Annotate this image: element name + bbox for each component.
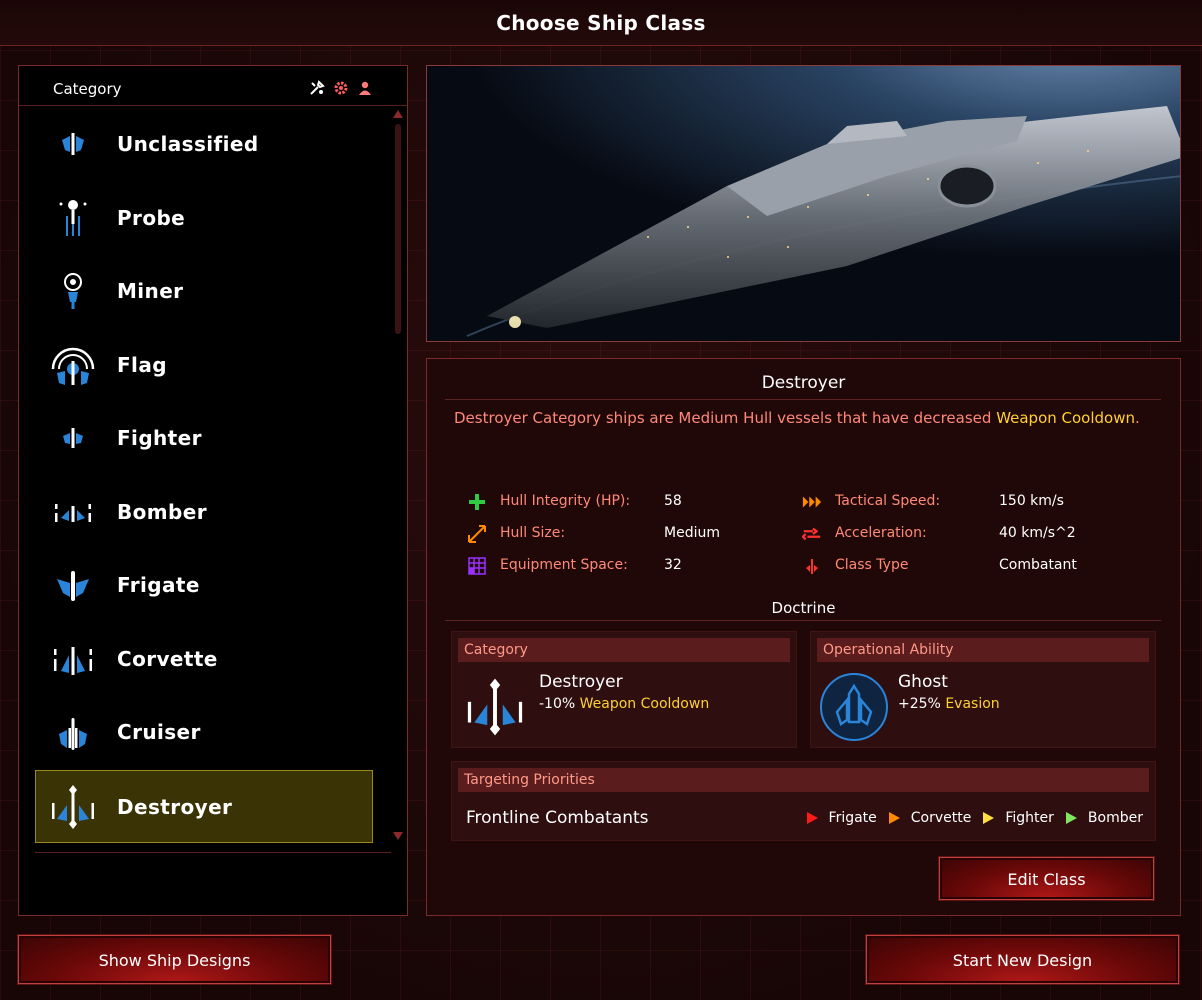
header-icons [309,80,373,96]
ship-preview-image [426,65,1181,342]
category-label: Flag [117,352,167,377]
class-name: Destroyer [761,373,846,393]
targeting-priority-list: Frigate Corvette Fighter Bomber [806,810,1143,826]
category-label: Unclassified [117,132,259,156]
divider [445,620,1161,621]
doctrine-category-name: Destroyer [539,672,623,692]
doctrine-category-header: Category [458,638,790,662]
corvette-ship-icon [54,646,92,675]
fighter-ship-icon [63,428,83,448]
cruiser-ship-icon [59,718,87,750]
grid-icon [468,557,486,575]
triangle-icon [888,812,900,824]
targeting-label: Frontline Combatants [466,808,649,828]
priority-item: Bomber [1065,810,1143,826]
category-item-corvette[interactable]: Corvette [19,623,391,697]
category-label: Cruiser [117,720,201,744]
miner-ship-icon [64,273,82,309]
category-item-destroyer[interactable]: Destroyer [35,769,373,843]
category-label: Fighter [117,426,202,450]
category-label: Corvette [117,646,218,671]
category-item-unclassified[interactable]: Unclassified [19,108,391,182]
priority-item: Corvette [888,810,971,826]
gear-icon[interactable] [333,80,349,96]
operational-ability-name: Ghost [898,672,948,692]
priority-item: Fighter [983,810,1054,826]
scroll-up-icon[interactable] [393,110,403,118]
tools-icon[interactable] [309,80,325,96]
category-label: Frigate [117,573,200,597]
category-label: Destroyer [117,794,233,819]
category-panel: Category Unclassified Probe Miner Flag F… [18,65,408,916]
plus-icon [469,494,485,510]
ghost-ability-icon [820,673,888,741]
category-header-label: Category [53,80,122,98]
triangle-icon [806,812,818,824]
category-item-bomber[interactable]: Bomber [19,476,391,550]
doctrine-category-effect: -10% Weapon Cooldown [539,696,710,712]
destroyer-class-icon [467,678,523,736]
probe-ship-icon [59,199,87,236]
edit-class-button[interactable]: Edit Class [939,857,1154,900]
stats-grid: Hull Integrity (HP): 58 Hull Size: Mediu… [467,491,1167,591]
doctrine-category-box: Category Destroyer -10% Weapon Cooldown [451,631,797,748]
destroyer-ship-icon [52,784,94,829]
targeting-priorities-header: Targeting Priorities [458,768,1149,792]
flag-ship-icon [51,347,95,385]
resize-icon [468,525,486,543]
description-highlight: Weapon Cooldown [996,409,1136,427]
category-label: Probe [117,205,186,230]
triangle-icon [1065,812,1077,824]
show-ship-designs-button[interactable]: Show Ship Designs [18,935,331,984]
start-new-design-button[interactable]: Start New Design [866,935,1179,984]
title-bar: Choose Ship Class [0,0,1202,46]
list-divider [35,852,391,853]
bomber-ship-icon [55,503,91,522]
class-description: Destroyer Category ships are Medium Hull… [454,409,1140,427]
category-item-frigate[interactable]: Frigate [19,549,391,623]
category-item-flag[interactable]: Flag [19,329,391,403]
triangle-icon [983,812,995,824]
acceleration-icon [802,527,821,541]
category-label: Bomber [117,499,207,524]
unclassified-ship-icon [62,133,84,155]
targeting-priorities-box: Targeting Priorities Frontline Combatant… [451,761,1156,841]
category-item-fighter[interactable]: Fighter [19,402,391,476]
category-list: Unclassified Probe Miner Flag Fighter Bo… [19,108,391,843]
frigate-ship-icon [57,571,89,601]
speed-arrows-icon [802,496,822,508]
window-title: Choose Ship Class [496,11,706,35]
priority-item: Frigate [806,810,877,826]
operational-ability-header: Operational Ability [817,638,1149,662]
category-item-miner[interactable]: Miner [19,255,391,329]
ship-class-icon [806,559,818,574]
category-header: Category [19,66,407,106]
doctrine-title: Doctrine [771,599,836,617]
divider [445,399,1161,400]
category-label: Miner [117,279,184,303]
category-item-cruiser[interactable]: Cruiser [19,696,391,770]
ship-render [427,66,1180,341]
operational-ability-box: Operational Ability Ghost +25% Evasion [810,631,1156,748]
person-icon[interactable] [357,80,373,96]
scroll-down-icon[interactable] [393,832,403,840]
scroll-thumb[interactable] [395,124,401,334]
class-details-panel: Destroyer Destroyer Category ships are M… [426,358,1181,916]
category-item-probe[interactable]: Probe [19,182,391,256]
operational-ability-effect: +25% Evasion [898,696,1000,712]
category-scrollbar[interactable] [393,110,403,840]
